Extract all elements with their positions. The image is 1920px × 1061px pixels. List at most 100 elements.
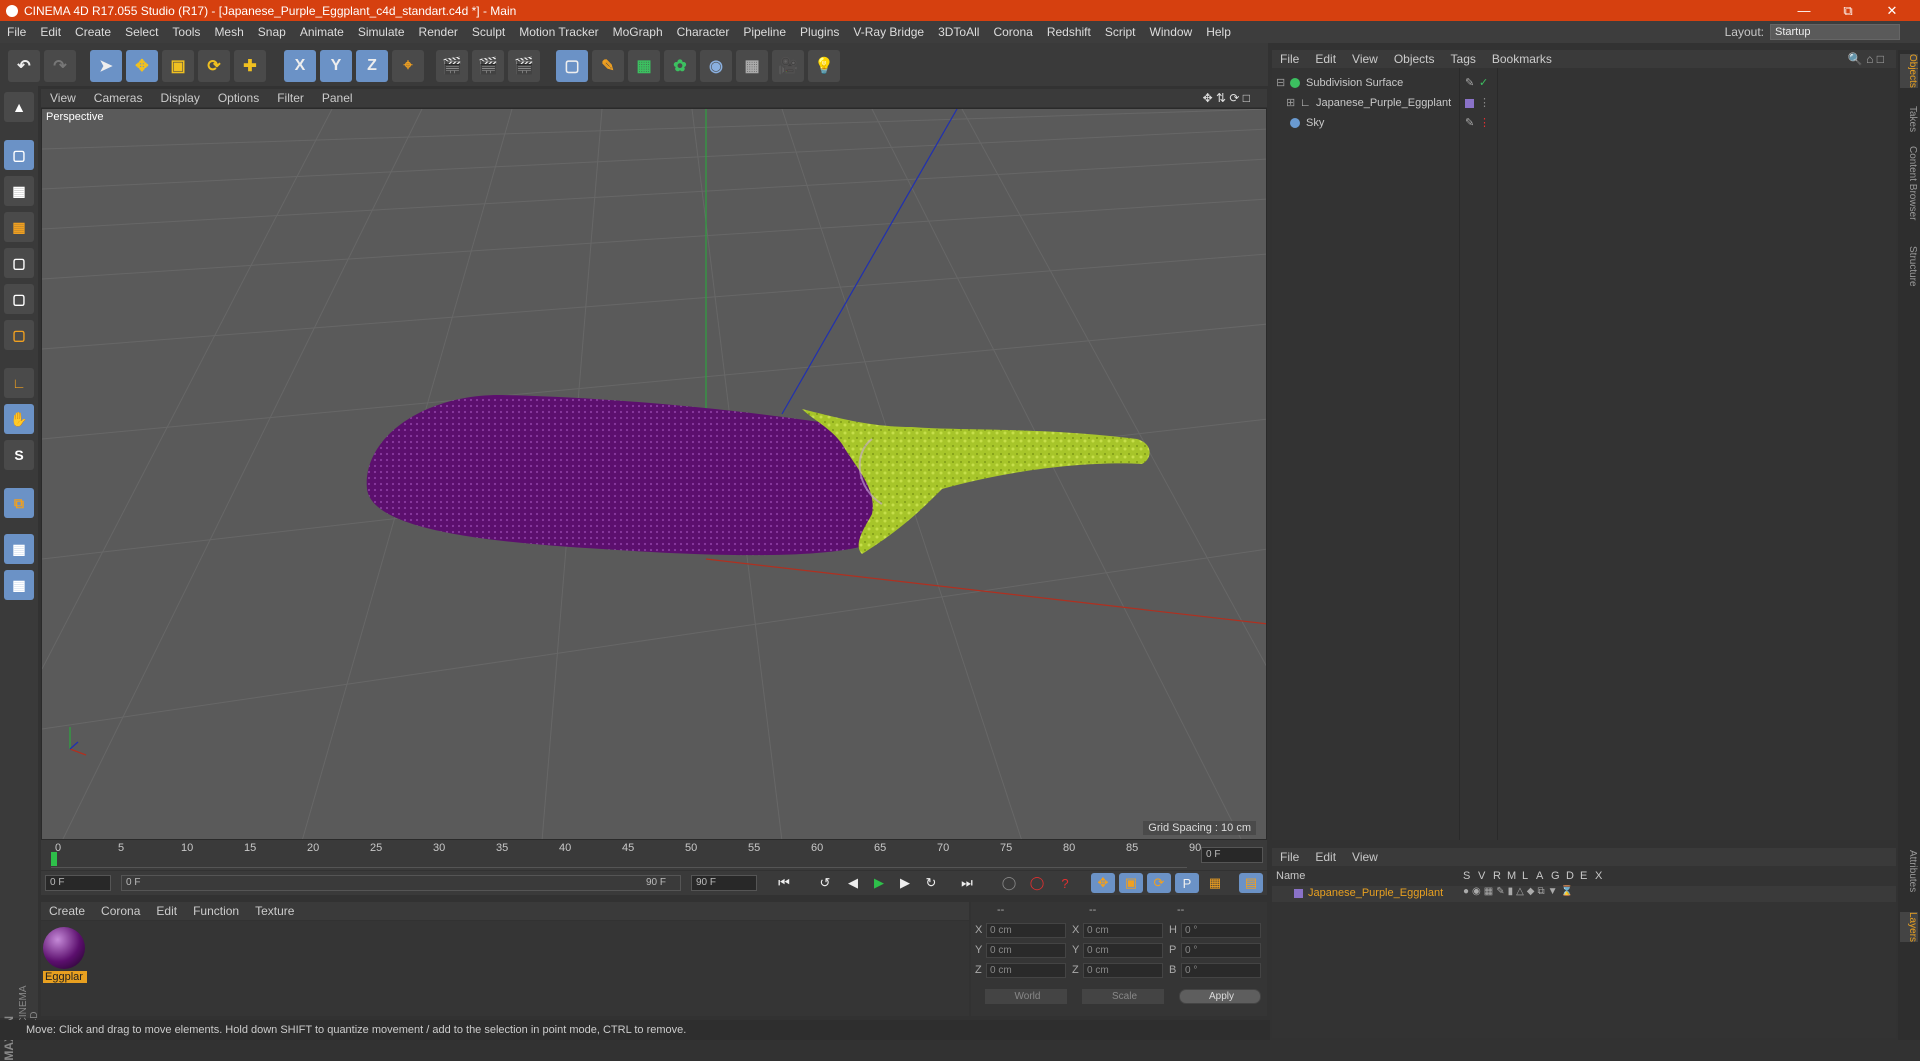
- polygons-mode-icon[interactable]: ▢: [4, 320, 34, 350]
- obj-menu-file[interactable]: File: [1272, 52, 1307, 66]
- vp-menu-view[interactable]: View: [41, 91, 85, 105]
- minimize-button[interactable]: —: [1782, 0, 1826, 21]
- key-position-icon[interactable]: ✥: [1091, 873, 1115, 893]
- key-scale-icon[interactable]: ▣: [1119, 873, 1143, 893]
- light-icon[interactable]: 💡: [808, 50, 840, 82]
- menu-select[interactable]: Select: [118, 25, 165, 39]
- expand-icon[interactable]: ⊟: [1276, 75, 1285, 91]
- menu-tools[interactable]: Tools: [165, 25, 207, 39]
- layer-col-expressions[interactable]: E: [1580, 870, 1587, 882]
- menu-edit[interactable]: Edit: [33, 25, 68, 39]
- current-frame-field[interactable]: 0 F: [1201, 847, 1263, 863]
- layer-col-locked[interactable]: L: [1522, 870, 1528, 882]
- visibility-dots-icon[interactable]: ⋮: [1479, 115, 1490, 131]
- enabled-check-icon[interactable]: ✓: [1479, 75, 1488, 91]
- move-tool-icon[interactable]: ✥: [126, 50, 158, 82]
- restore-button[interactable]: ⧉: [1826, 0, 1870, 21]
- magnet-icon[interactable]: ⧉: [4, 488, 34, 518]
- menu-snap[interactable]: Snap: [251, 25, 293, 39]
- mat-menu-create[interactable]: Create: [41, 904, 93, 918]
- texture-mode-icon[interactable]: ▦: [4, 176, 34, 206]
- layer-menu-file[interactable]: File: [1272, 850, 1307, 864]
- z-axis-lock-button[interactable]: Z: [356, 50, 388, 82]
- menu-3dtoall[interactable]: 3DToAll: [931, 25, 986, 39]
- close-button[interactable]: ✕: [1870, 0, 1914, 21]
- coordinate-system-icon[interactable]: ⌖: [392, 50, 424, 82]
- timeline-track[interactable]: 0 5 10 15 20 25 30 35 40 45 50 55 60 65 …: [51, 842, 1201, 868]
- menu-sculpt[interactable]: Sculpt: [465, 25, 512, 39]
- workplane-icon[interactable]: ▦: [4, 570, 34, 600]
- layer-col-render[interactable]: R: [1493, 870, 1501, 882]
- layer-toggle-icons[interactable]: ●◉▦✎▮△◆⧉▼⌛: [1463, 886, 1576, 897]
- rotation-b-field[interactable]: 0 °: [1181, 963, 1261, 978]
- layer-row[interactable]: Japanese_Purple_Eggplant ●◉▦✎▮△◆⧉▼⌛: [1272, 886, 1896, 902]
- scale-dropdown[interactable]: Scale: [1082, 989, 1164, 1004]
- object-row[interactable]: Sky ✎ ⋮: [1272, 115, 1896, 131]
- go-to-end-icon[interactable]: ⏭: [955, 873, 979, 893]
- vp-menu-options[interactable]: Options: [209, 91, 268, 105]
- go-to-next-key-icon[interactable]: ↻: [919, 873, 943, 893]
- menu-create[interactable]: Create: [68, 25, 118, 39]
- y-axis-lock-button[interactable]: Y: [320, 50, 352, 82]
- menu-help[interactable]: Help: [1199, 25, 1238, 39]
- menu-vray-bridge[interactable]: V-Ray Bridge: [846, 25, 931, 39]
- obj-menu-bookmarks[interactable]: Bookmarks: [1484, 52, 1560, 66]
- obj-menu-edit[interactable]: Edit: [1307, 52, 1344, 66]
- menu-redshift[interactable]: Redshift: [1040, 25, 1098, 39]
- menu-mesh[interactable]: Mesh: [207, 25, 250, 39]
- mat-menu-texture[interactable]: Texture: [247, 904, 302, 918]
- menu-animate[interactable]: Animate: [293, 25, 351, 39]
- position-y-field[interactable]: 0 cm: [986, 943, 1066, 958]
- object-row[interactable]: ⊞ ∟ Japanese_Purple_Eggplant ⋮: [1272, 95, 1896, 111]
- undo-icon[interactable]: ↶: [8, 50, 40, 82]
- timeline-ruler[interactable]: 0 5 10 15 20 25 30 35 40 45 50 55 60 65 …: [41, 840, 1267, 870]
- menu-character[interactable]: Character: [670, 25, 737, 39]
- rotation-p-field[interactable]: 0 °: [1181, 943, 1261, 958]
- layer-menu-edit[interactable]: Edit: [1307, 850, 1344, 864]
- apply-button[interactable]: Apply: [1179, 989, 1261, 1004]
- key-pla-icon[interactable]: ▦: [1203, 873, 1227, 893]
- tab-attributes[interactable]: Attributes: [1900, 850, 1918, 892]
- pen-spline-icon[interactable]: ✎: [592, 50, 624, 82]
- cloner-icon[interactable]: ✿: [664, 50, 696, 82]
- layer-col-solo[interactable]: S: [1463, 870, 1470, 882]
- record-keys-icon[interactable]: ◯: [997, 873, 1021, 893]
- position-z-field[interactable]: 0 cm: [986, 963, 1066, 978]
- rotate-tool-icon[interactable]: ⟳: [198, 50, 230, 82]
- snap-icon[interactable]: S: [4, 440, 34, 470]
- obj-search-icon[interactable]: 🔍 ⌂ □: [1840, 52, 1892, 66]
- layer-col-manager[interactable]: M: [1507, 870, 1516, 882]
- layer-col-view[interactable]: V: [1478, 870, 1485, 882]
- size-x-field[interactable]: 0 cm: [1083, 923, 1163, 938]
- viewport-perspective[interactable]: Perspective Grid Spacing : 10 cm: [41, 108, 1267, 840]
- layer-menu-view[interactable]: View: [1344, 850, 1386, 864]
- key-parameter-icon[interactable]: P: [1175, 873, 1199, 893]
- vp-menu-filter[interactable]: Filter: [268, 91, 313, 105]
- world-dropdown[interactable]: World: [985, 989, 1067, 1004]
- menu-script[interactable]: Script: [1098, 25, 1143, 39]
- go-to-start-icon[interactable]: ⏮: [772, 873, 796, 893]
- edges-mode-icon[interactable]: ▢: [4, 284, 34, 314]
- cube-primitive-icon[interactable]: ▢: [556, 50, 588, 82]
- menu-pipeline[interactable]: Pipeline: [736, 25, 793, 39]
- scale-tool-icon[interactable]: ▣: [162, 50, 194, 82]
- layer-col-xref[interactable]: X: [1595, 870, 1602, 882]
- go-to-previous-key-icon[interactable]: ↺: [813, 873, 837, 893]
- mat-menu-edit[interactable]: Edit: [148, 904, 185, 918]
- object-row[interactable]: ⊟ Subdivision Surface ✎ ✓: [1272, 75, 1896, 91]
- live-move-icon[interactable]: ✚: [234, 50, 266, 82]
- material-swatch[interactable]: Eggplar: [43, 927, 87, 989]
- edit-toggle-icon[interactable]: ✎: [1465, 115, 1474, 131]
- camera-icon[interactable]: 🎥: [772, 50, 804, 82]
- x-axis-lock-button[interactable]: X: [284, 50, 316, 82]
- model-mode-icon[interactable]: ▢: [4, 140, 34, 170]
- vp-menu-panel[interactable]: Panel: [313, 91, 362, 105]
- menu-mograph[interactable]: MoGraph: [606, 25, 670, 39]
- next-frame-icon[interactable]: ▶: [893, 873, 917, 893]
- layer-col-deformers[interactable]: D: [1566, 870, 1574, 882]
- layer-color-swatch[interactable]: [1465, 99, 1474, 108]
- viewport-nav-icons[interactable]: ✥ ⇅ ⟳ □: [1194, 91, 1259, 105]
- timeline-playhead[interactable]: [51, 852, 57, 866]
- timeline-window-icon[interactable]: ▤: [1239, 873, 1263, 893]
- select-arrow-icon[interactable]: ➤: [90, 50, 122, 82]
